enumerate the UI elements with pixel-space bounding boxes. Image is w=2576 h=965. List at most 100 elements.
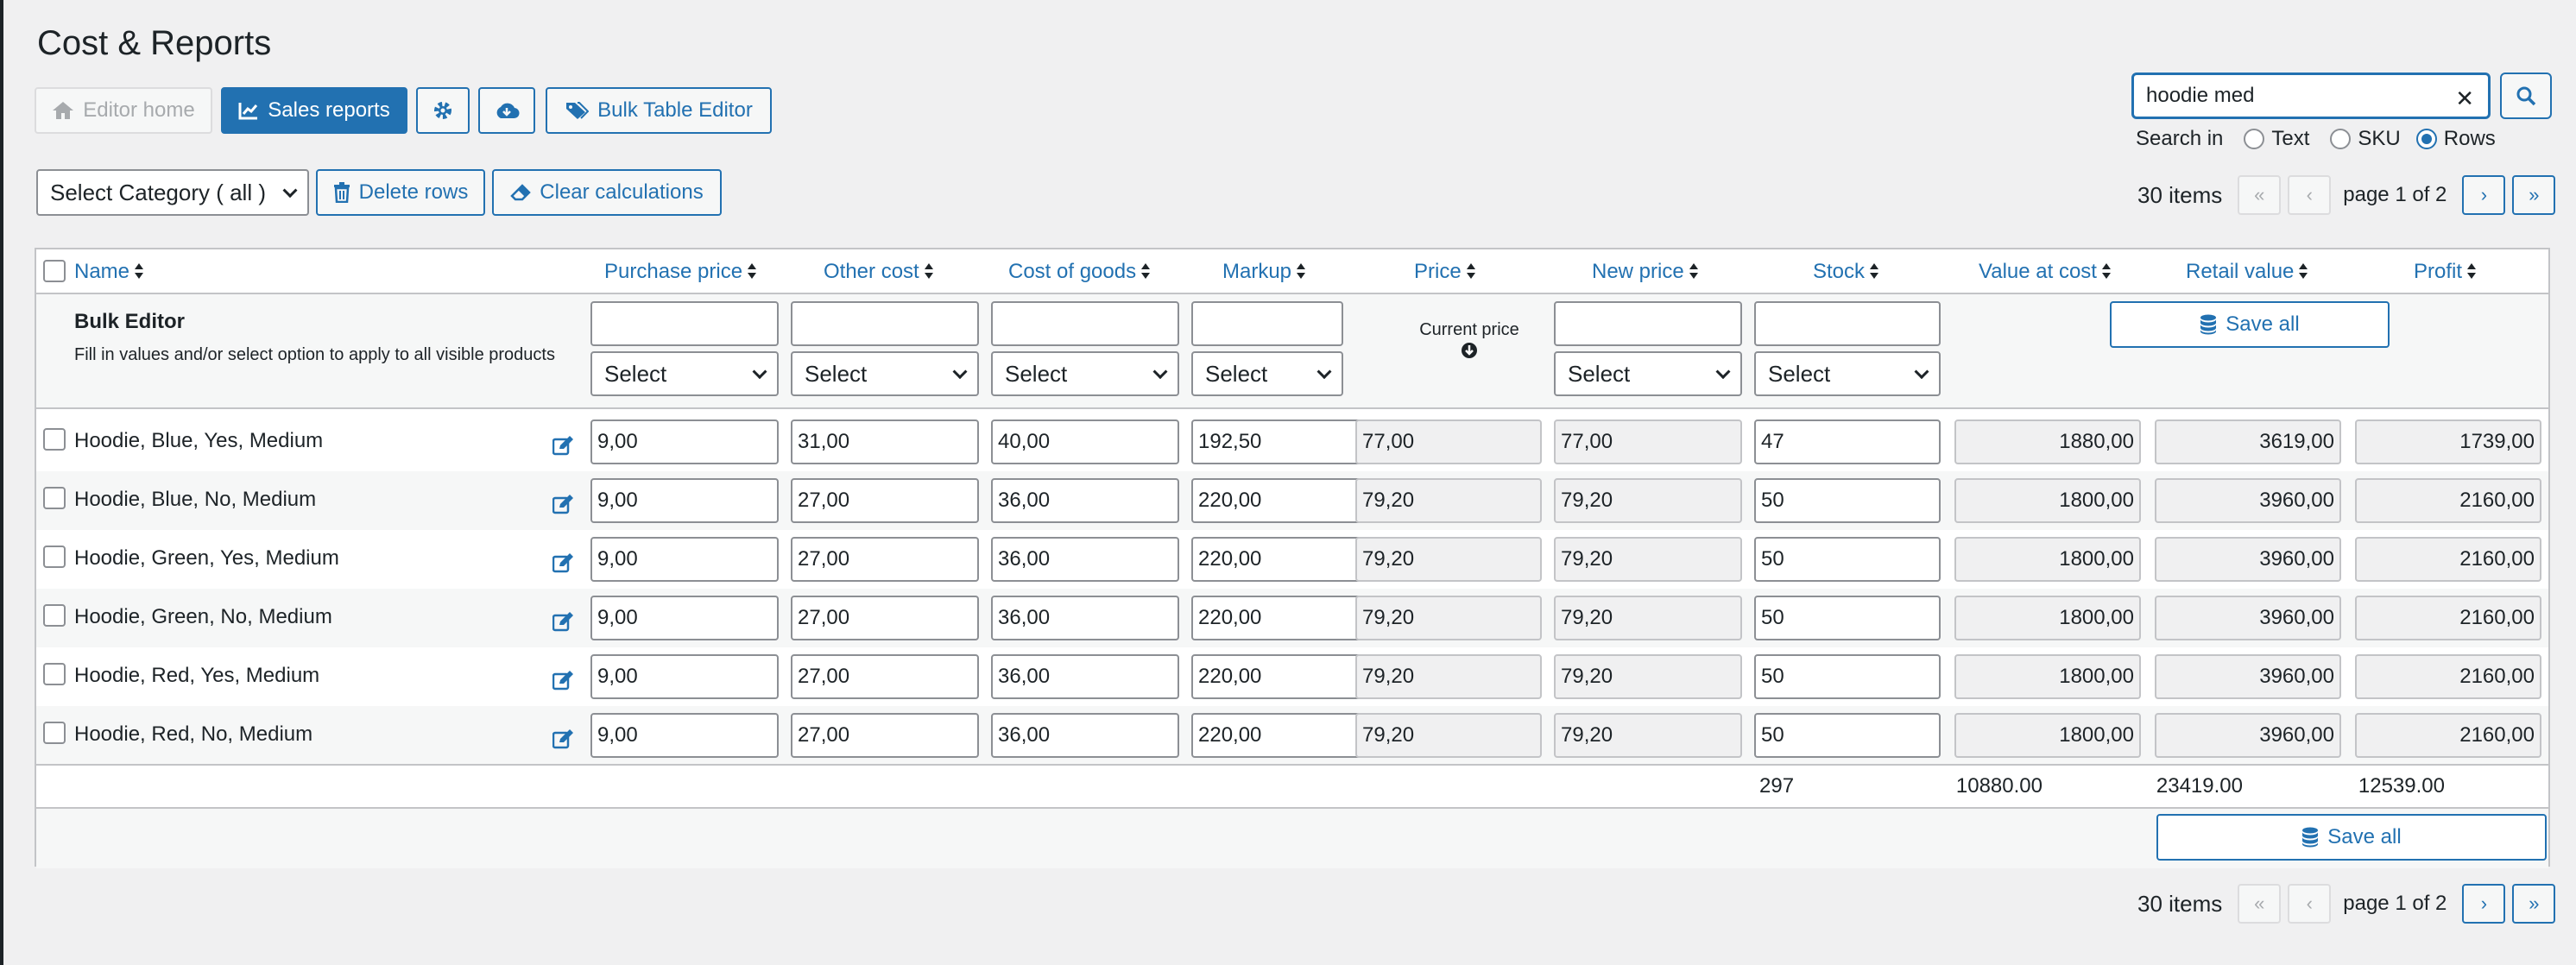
- edit-icon[interactable]: [552, 494, 575, 519]
- edit-icon[interactable]: [552, 611, 575, 636]
- retail-value-field: 3960,00: [2155, 596, 2341, 640]
- row-checkbox[interactable]: [43, 722, 66, 744]
- new-price-input[interactable]: 79,20: [1554, 596, 1742, 640]
- bulk-cogs-input[interactable]: [991, 301, 1179, 346]
- bulk-stock-input[interactable]: [1754, 301, 1941, 346]
- other-cost-input[interactable]: 27,00: [791, 537, 979, 582]
- new-price-input[interactable]: 79,20: [1554, 713, 1742, 758]
- stock-input[interactable]: 50: [1754, 478, 1941, 523]
- radio-sku[interactable]: [2330, 129, 2352, 149]
- markup-input[interactable]: 220,00: [1191, 713, 1380, 758]
- col-profit[interactable]: Profit: [2414, 260, 2477, 284]
- stock-input[interactable]: 50: [1754, 713, 1941, 758]
- col-markup[interactable]: Markup: [1222, 260, 1306, 284]
- radio-text[interactable]: [2244, 129, 2265, 149]
- col-retail-value[interactable]: Retail value: [2186, 260, 2308, 284]
- bulk-table-editor-button[interactable]: Bulk Table Editor: [546, 87, 772, 134]
- save-all-button-bottom[interactable]: Save all: [2156, 814, 2547, 861]
- row-checkbox[interactable]: [43, 487, 66, 509]
- last-page-button[interactable]: »: [2512, 175, 2556, 215]
- cost-of-goods-input[interactable]: 36,00: [991, 654, 1179, 699]
- col-other-cost[interactable]: Other cost: [824, 260, 933, 284]
- stock-input[interactable]: 50: [1754, 654, 1941, 699]
- purchase-price-input[interactable]: 9,00: [590, 478, 779, 523]
- cost-of-goods-input[interactable]: 36,00: [991, 478, 1179, 523]
- radio-rows[interactable]: [2415, 129, 2437, 149]
- col-name[interactable]: Name: [74, 260, 144, 284]
- stock-input[interactable]: 50: [1754, 596, 1941, 640]
- col-value-at-cost[interactable]: Value at cost: [1979, 260, 2111, 284]
- bulk-purchase-select[interactable]: Select: [590, 351, 779, 396]
- bulk-other-cost-select[interactable]: Select: [791, 351, 979, 396]
- col-cost-of-goods[interactable]: Cost of goods: [1008, 260, 1151, 284]
- select-all-checkbox[interactable]: [43, 260, 66, 282]
- first-page-button[interactable]: «: [2238, 884, 2282, 924]
- sort-icon: [2101, 263, 2111, 281]
- settings-button[interactable]: [416, 87, 470, 134]
- col-new-price[interactable]: New price: [1592, 260, 1698, 284]
- other-cost-input[interactable]: 31,00: [791, 419, 979, 464]
- stock-input[interactable]: 50: [1754, 537, 1941, 582]
- page-indicator: page 1 of 2: [2343, 183, 2447, 206]
- edit-icon[interactable]: [552, 670, 575, 695]
- col-stock[interactable]: Stock: [1813, 260, 1879, 284]
- delete-rows-button[interactable]: Delete rows: [316, 169, 485, 216]
- clear-search-icon[interactable]: ✕: [2455, 87, 2474, 110]
- clear-calculations-button[interactable]: Clear calculations: [492, 169, 722, 216]
- prev-page-button[interactable]: ‹: [2288, 884, 2332, 924]
- cost-of-goods-input[interactable]: 40,00: [991, 419, 1179, 464]
- markup-input[interactable]: 220,00: [1191, 654, 1380, 699]
- row-checkbox[interactable]: [43, 604, 66, 627]
- purchase-price-input[interactable]: 9,00: [590, 654, 779, 699]
- row-checkbox[interactable]: [43, 663, 66, 685]
- search-button[interactable]: [2500, 73, 2552, 119]
- row-checkbox[interactable]: [43, 546, 66, 568]
- sales-reports-button[interactable]: Sales reports: [221, 87, 407, 134]
- col-price[interactable]: Price: [1414, 260, 1475, 284]
- col-purchase-price[interactable]: Purchase price: [604, 260, 757, 284]
- edit-icon[interactable]: [552, 435, 575, 460]
- other-cost-input[interactable]: 27,00: [791, 596, 979, 640]
- new-price-input[interactable]: 79,20: [1554, 654, 1742, 699]
- edit-icon[interactable]: [552, 552, 575, 577]
- markup-input[interactable]: 220,00: [1191, 537, 1380, 582]
- markup-input[interactable]: 192,50: [1191, 419, 1380, 464]
- new-price-input[interactable]: 77,00: [1554, 419, 1742, 464]
- cost-of-goods-input[interactable]: 36,00: [991, 596, 1179, 640]
- new-price-input[interactable]: 79,20: [1554, 478, 1742, 523]
- stock-input[interactable]: 47: [1754, 419, 1941, 464]
- bulk-markup-input[interactable]: [1191, 301, 1343, 346]
- bulk-new-price-select[interactable]: Select: [1554, 351, 1742, 396]
- bulk-purchase-input[interactable]: [590, 301, 779, 346]
- other-cost-input[interactable]: 27,00: [791, 478, 979, 523]
- bulk-stock-select[interactable]: Select: [1754, 351, 1941, 396]
- category-select[interactable]: Select Category ( all ): [36, 169, 309, 216]
- next-page-button[interactable]: ›: [2462, 175, 2506, 215]
- save-all-button-top[interactable]: Save all: [2110, 301, 2390, 348]
- purchase-price-input[interactable]: 9,00: [590, 419, 779, 464]
- bulk-markup-select[interactable]: Select: [1191, 351, 1343, 396]
- last-page-button[interactable]: »: [2512, 884, 2556, 924]
- next-page-button[interactable]: ›: [2462, 884, 2506, 924]
- bulk-other-cost-input[interactable]: [791, 301, 979, 346]
- search-input[interactable]: hoodie med ✕: [2131, 73, 2491, 119]
- cost-of-goods-input[interactable]: 36,00: [991, 713, 1179, 758]
- purchase-price-input[interactable]: 9,00: [590, 596, 779, 640]
- other-cost-input[interactable]: 27,00: [791, 654, 979, 699]
- sort-icon: [1297, 263, 1306, 281]
- prev-page-button[interactable]: ‹: [2288, 175, 2332, 215]
- bulk-cogs-select[interactable]: Select: [991, 351, 1179, 396]
- edit-icon[interactable]: [552, 728, 575, 754]
- first-page-button[interactable]: «: [2238, 175, 2282, 215]
- row-checkbox[interactable]: [43, 428, 66, 451]
- bulk-new-price-input[interactable]: [1554, 301, 1742, 346]
- markup-input[interactable]: 220,00: [1191, 596, 1380, 640]
- markup-input[interactable]: 220,00: [1191, 478, 1380, 523]
- purchase-price-input[interactable]: 9,00: [590, 713, 779, 758]
- purchase-price-input[interactable]: 9,00: [590, 537, 779, 582]
- other-cost-input[interactable]: 27,00: [791, 713, 979, 758]
- editor-home-button[interactable]: Editor home: [35, 87, 212, 134]
- download-button[interactable]: [478, 87, 535, 134]
- new-price-input[interactable]: 79,20: [1554, 537, 1742, 582]
- cost-of-goods-input[interactable]: 36,00: [991, 537, 1179, 582]
